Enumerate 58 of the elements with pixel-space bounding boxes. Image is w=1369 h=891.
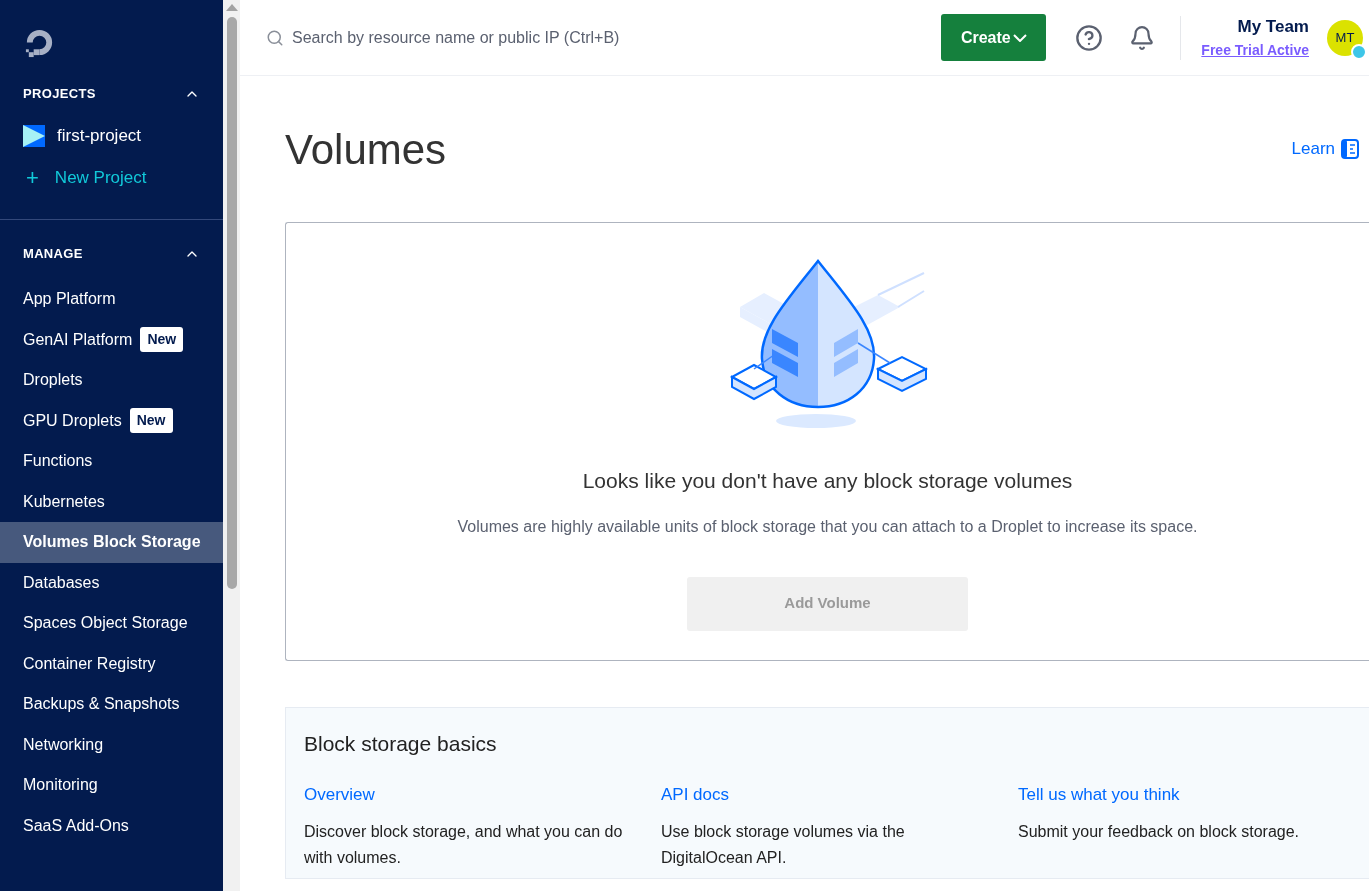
nav-item[interactable]: GPU Droplets New <box>0 400 223 441</box>
nav-item[interactable]: Spaces Object Storage <box>0 603 223 644</box>
empty-heading: Looks like you don't have any block storage volumes <box>582 468 1073 494</box>
basics-title: Block storage basics <box>304 731 498 757</box>
nav-label: Networking <box>23 734 104 755</box>
nav-label: Droplets <box>23 370 83 391</box>
nav-label: Backups & Snapshots <box>23 694 180 715</box>
nav-item[interactable]: Droplets <box>0 360 223 401</box>
chevron-icon <box>1012 33 1027 42</box>
create-button[interactable]: Create <box>941 14 1047 61</box>
nav-label: Volumes Block Storage <box>23 532 201 553</box>
nav-item[interactable]: Backups & Snapshots <box>0 684 223 725</box>
nav-label: Monitoring <box>23 775 98 796</box>
learn-link[interactable]: Learn <box>1291 136 1359 162</box>
project-icon <box>23 125 45 147</box>
nav-item[interactable]: Monitoring <box>0 765 223 806</box>
nav-label: SaaS Add-Ons <box>23 815 129 836</box>
basics-text: Use block storage volumes via the DigitalOcean API. <box>661 822 906 868</box>
nav-label: Spaces Object Storage <box>23 613 188 634</box>
new-project-link[interactable]: + New Project <box>0 161 223 195</box>
basics-link[interactable]: Tell us what you think <box>1018 781 1351 807</box>
nav-label: Functions <box>23 451 93 472</box>
section-heading: PROJECTS <box>23 85 96 104</box>
nav-label: App Platform <box>23 289 116 310</box>
nav-item[interactable]: Databases <box>0 562 223 603</box>
section-heading: MANAGE <box>23 245 83 264</box>
search-icon <box>266 28 284 47</box>
nav-label: Container Registry <box>23 653 156 674</box>
basics-text: Submit your feedback on block storage. <box>1018 822 1301 842</box>
nav-item[interactable]: Functions <box>0 441 223 482</box>
nav-item[interactable]: Kubernetes <box>0 481 223 522</box>
avatar[interactable]: MT <box>1327 19 1363 56</box>
nav-label: GPU Droplets <box>23 410 122 431</box>
empty-description: Volumes are highly available units of block storage that you can attach to a Droplet to increase its space. <box>457 516 1198 537</box>
nav-item[interactable]: Container Registry <box>0 643 223 684</box>
team-name: My Team <box>1237 16 1309 39</box>
new-badge: New <box>140 327 184 353</box>
basics-link[interactable]: Overview <box>304 781 637 807</box>
trial-link[interactable]: Free Trial Active <box>1201 39 1309 61</box>
nav-item[interactable]: App Platform <box>0 279 223 320</box>
nav-item[interactable]: Networking <box>0 724 223 765</box>
nav-label: Kubernetes <box>23 491 105 512</box>
new-badge: New <box>129 408 173 434</box>
search-field[interactable]: Search by resource name or public IP (Ctrl+B) <box>292 25 942 50</box>
nav-label: GenAI Platform <box>23 329 133 350</box>
basics-text: Discover block storage, and what you can do with volumes. <box>304 822 624 868</box>
notifications-icon[interactable] <box>1129 24 1156 51</box>
nav-item[interactable]: GenAI Platform New <box>0 319 223 360</box>
project-item[interactable]: first-project <box>0 119 223 153</box>
nav-item[interactable]: SaaS Add-Ons <box>0 805 223 846</box>
sidebar-scrollbar[interactable] <box>223 0 240 891</box>
help-icon[interactable] <box>1075 23 1104 52</box>
nav-label: Databases <box>23 572 100 593</box>
document-icon <box>1341 139 1359 159</box>
basics-link[interactable]: API docs <box>661 781 994 807</box>
plus-icon: + <box>26 167 39 189</box>
nav-item[interactable]: Volumes Block Storage <box>0 522 223 563</box>
page-title: Volumes <box>285 124 447 175</box>
